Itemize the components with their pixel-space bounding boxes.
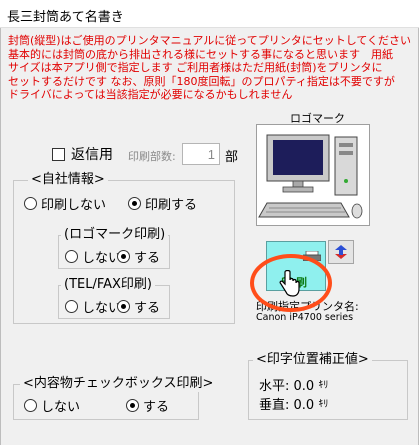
horizontal-offset: 水平: 0.0 ｷﾘ [259, 375, 328, 394]
company-info-group: <自社情報> 印刷しない 印刷する (ロゴマーク印刷) しない する (TEL/… [13, 172, 235, 324]
vertical-offset-label: 垂直: [259, 398, 290, 413]
return-mail-label: 返信用 [71, 147, 113, 163]
radio-label: 印刷する [145, 198, 198, 213]
tel-fax-print-group: (TEL/FAX印刷) しない する [58, 277, 170, 319]
contents-checkbox-group: <内容物チェックボックス印刷> しない する [13, 376, 217, 420]
radio-label: する [134, 301, 161, 316]
contents-radio-yes[interactable]: する [126, 396, 169, 415]
print-offset-group: <印字位置補正値> 水平: 0.0 ｷﾘ 垂直: 0.0 ｷﾘ [248, 352, 408, 420]
refresh-printer-button[interactable] [328, 240, 354, 264]
company-info-title: <自社情報> [28, 172, 108, 188]
hand-cursor-icon [279, 270, 300, 297]
return-mail-check-box[interactable] [52, 147, 65, 161]
copies-label: 印刷部数: [128, 150, 176, 163]
radio-circle[interactable] [117, 250, 130, 263]
computer-icon [258, 134, 363, 219]
print-offset-title: <印字位置補正値> [253, 352, 372, 368]
tel-fax-radio-yes[interactable]: する [117, 297, 160, 316]
printer-name-value: Canon iP4700 series [256, 312, 354, 323]
refresh-icon [335, 245, 347, 259]
usage-notice: 封筒(縦型)はご使用のプリンタマニュアルに従ってプリンタにセットしてください 基… [8, 34, 412, 101]
radio-circle[interactable] [65, 300, 78, 313]
company-info-radio-no-print[interactable]: 印刷しない [24, 194, 106, 213]
logo-print-title: (ロゴマーク印刷) [61, 227, 169, 243]
vertical-offset-unit: ｷﾘ [318, 399, 329, 410]
return-mail-checkbox[interactable]: 返信用 [52, 145, 113, 163]
tel-fax-radio-no[interactable]: しない [65, 297, 121, 316]
radio-circle[interactable] [24, 197, 37, 210]
logo-mark-image[interactable] [256, 124, 370, 226]
radio-circle[interactable] [117, 300, 130, 313]
radio-label: 印刷しない [41, 198, 107, 213]
company-info-radio-print[interactable]: 印刷する [128, 194, 197, 213]
horizontal-offset-value[interactable]: 0.0 [294, 379, 315, 394]
radio-circle[interactable] [128, 197, 141, 210]
window-title: 長三封筒あて名書き [7, 10, 124, 25]
radio-circle[interactable] [24, 399, 37, 412]
radio-label: しない [82, 251, 122, 266]
logo-print-group: (ロゴマーク印刷) しない する [58, 227, 170, 269]
contents-checkbox-title: <内容物チェックボックス印刷> [20, 376, 217, 392]
radio-label: する [143, 400, 170, 415]
radio-label: しない [82, 301, 122, 316]
copies-unit: 部 [225, 150, 239, 165]
title-bar[interactable]: 長三封筒あて名書き [0, 0, 419, 28]
copies-input[interactable] [182, 143, 220, 165]
radio-label: する [134, 251, 161, 266]
radio-label: しない [41, 400, 81, 415]
radio-circle[interactable] [126, 399, 139, 412]
radio-circle[interactable] [65, 250, 78, 263]
printer-icon [303, 251, 321, 261]
horizontal-offset-unit: ｷﾘ [318, 380, 329, 391]
tel-fax-print-title: (TEL/FAX印刷) [61, 277, 156, 293]
logo-print-radio-no[interactable]: しない [65, 247, 121, 266]
horizontal-offset-label: 水平: [259, 379, 290, 394]
logo-print-radio-yes[interactable]: する [117, 247, 160, 266]
contents-radio-no[interactable]: しない [24, 396, 80, 415]
vertical-offset: 垂直: 0.0 ｷﾘ [259, 394, 328, 413]
vertical-offset-value[interactable]: 0.0 [294, 398, 315, 413]
